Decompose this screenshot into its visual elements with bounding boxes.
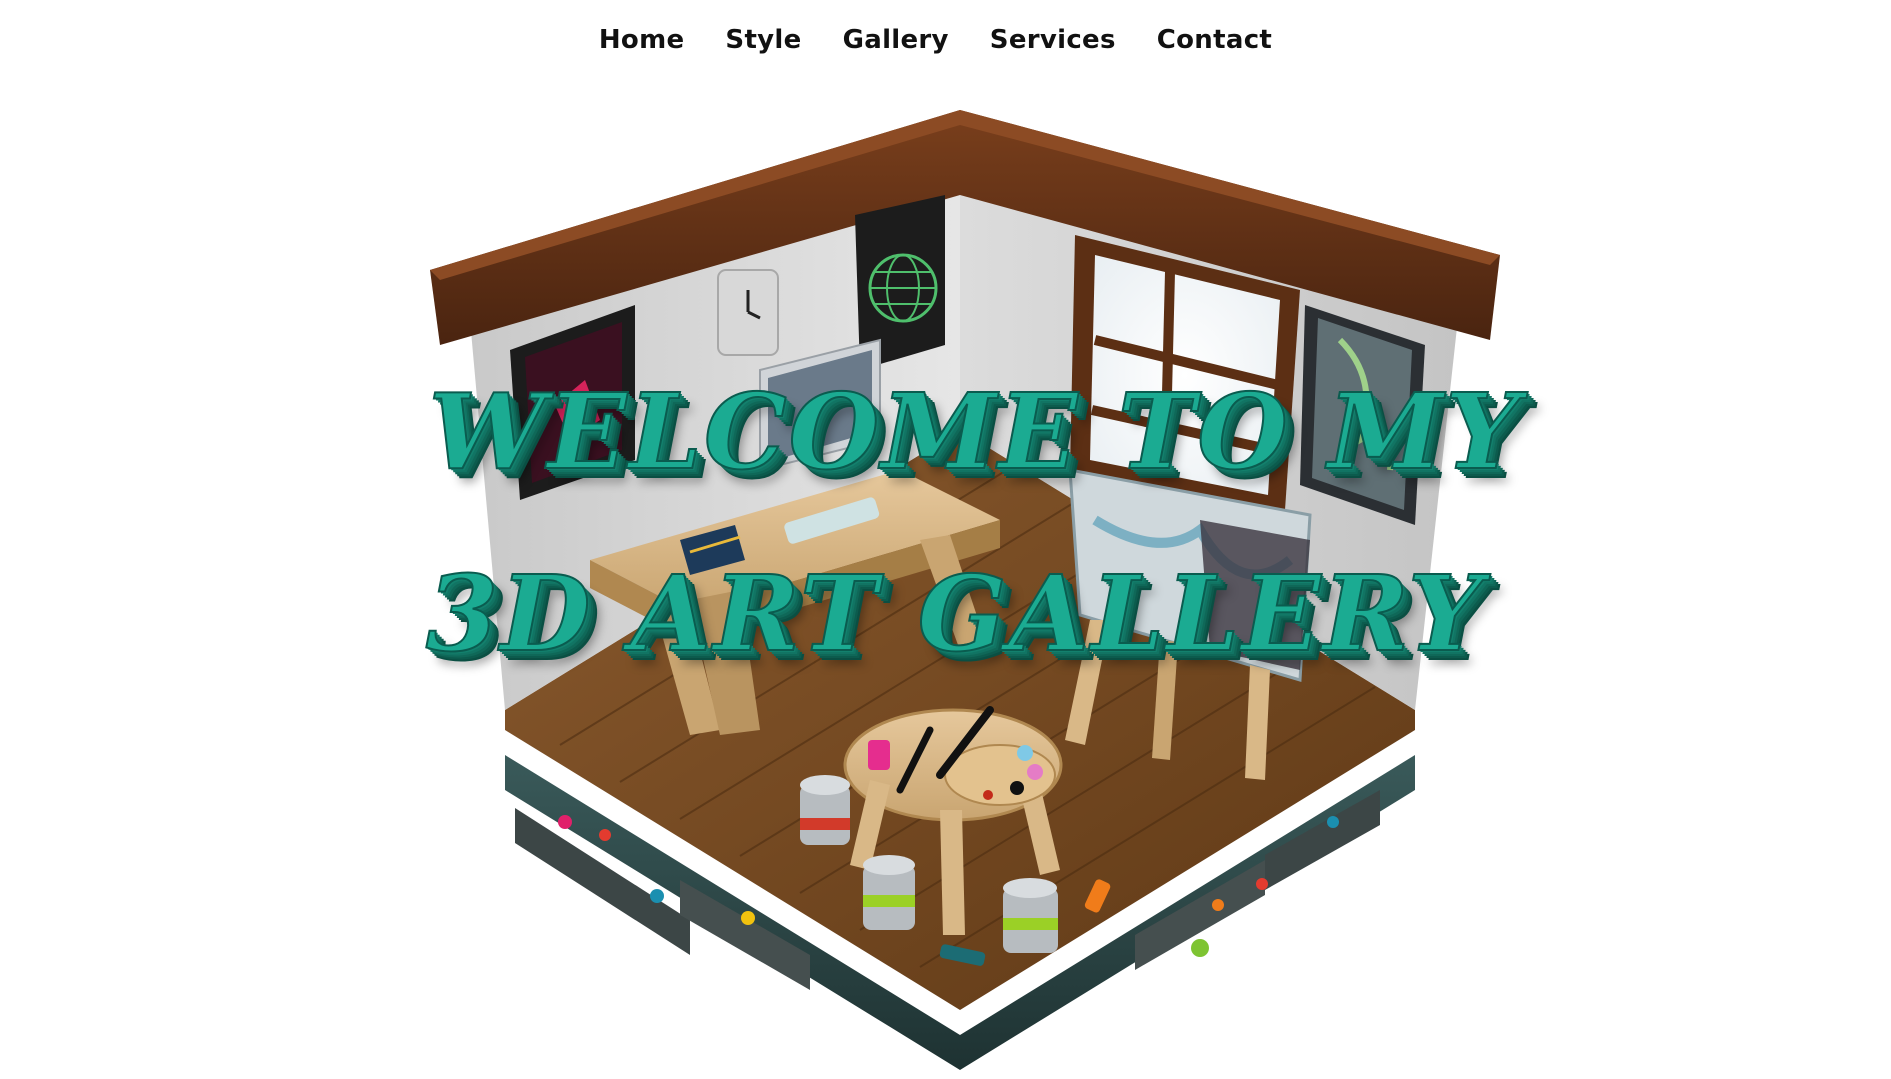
page: Home Style Gallery Services Contact WELC… — [0, 0, 1891, 1079]
wall-clock — [717, 269, 779, 356]
isometric-art-room-illustration — [430, 110, 1500, 1070]
